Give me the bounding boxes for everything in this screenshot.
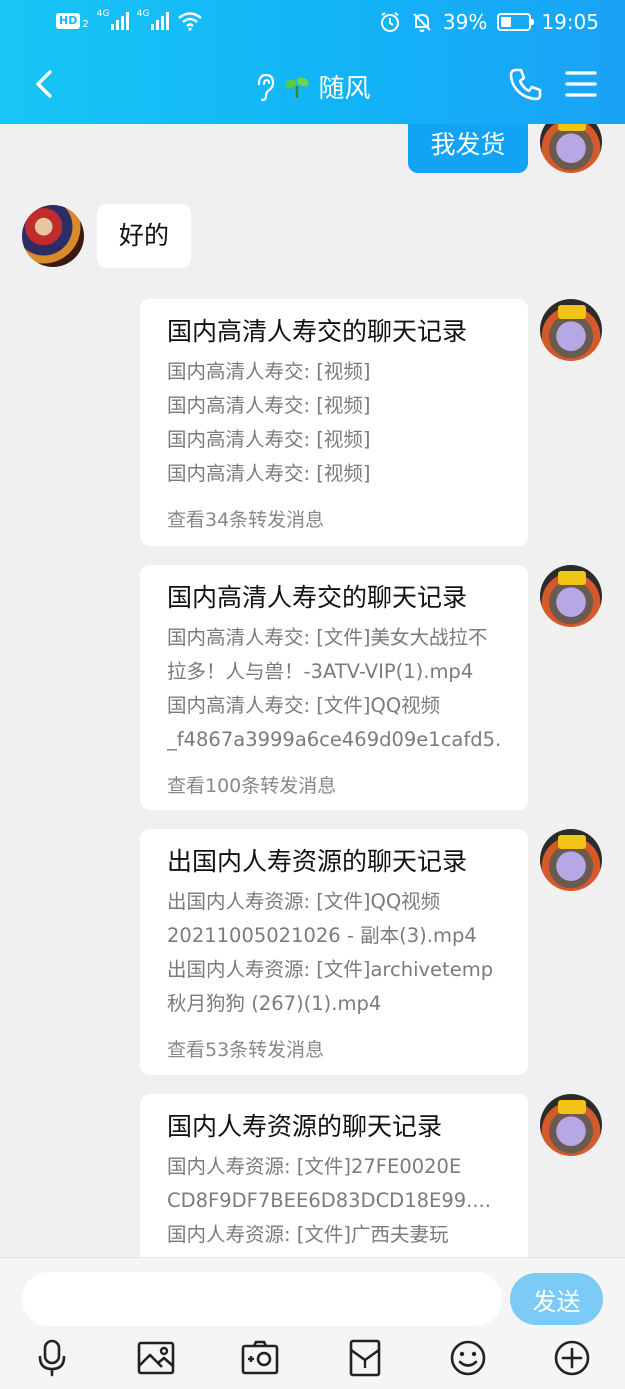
- forward-card[interactable]: 国内人寿资源的聊天记录 国内人寿资源: [文件]27FE0020E CD8F9D…: [140, 1094, 528, 1257]
- status-right: 39% 19:05: [379, 10, 599, 34]
- clock: 19:05: [541, 10, 599, 34]
- message-bubble-received[interactable]: 好的: [97, 204, 192, 268]
- camera-icon[interactable]: [240, 1338, 280, 1378]
- emoji-icon[interactable]: [448, 1338, 488, 1378]
- header: HD 2 4G 4G 39% 19:05 随风: [0, 0, 625, 124]
- signal-icon-2: 4G: [136, 9, 169, 30]
- card-line: 出国内人寿资源: [文件]QQ视频: [167, 890, 441, 913]
- phone-icon[interactable]: [508, 66, 544, 102]
- card-line: _f4867a3999a6ce469d09e1cafd5...: [167, 728, 502, 751]
- hd-icon: HD: [56, 13, 81, 29]
- send-button[interactable]: 发送: [510, 1273, 603, 1325]
- card-line: 国内高清人寿交: [文件]QQ视频: [167, 694, 441, 717]
- card-line: 拉多！人与兽！-3ATV-VIP(1).mp4: [167, 660, 474, 683]
- message-list[interactable]: 我发货 好的 国内高清人寿交的聊天记录 国内高清人寿交: [视频] 国内高清人寿…: [0, 124, 625, 1257]
- card-title: 出国内人寿资源的聊天记录: [167, 847, 468, 876]
- mute-bell-icon: [413, 13, 431, 32]
- avatar[interactable]: [540, 1094, 602, 1156]
- card-line: 国内高清人寿交: [文件]美女大战拉不: [167, 626, 488, 649]
- forward-card[interactable]: 国内高清人寿交的聊天记录 国内高清人寿交: [视频] 国内高清人寿交: [视频]…: [140, 299, 528, 546]
- card-line: 20211005021026 - 副本(3).mp4: [167, 924, 477, 947]
- message-text: 我发货: [430, 130, 506, 159]
- menu-icon[interactable]: [564, 68, 598, 100]
- wifi-icon: [177, 12, 202, 31]
- card-footer: 查看34条转发消息: [167, 509, 325, 531]
- card-line: 国内人寿资源: [文件]广西夫妻玩: [167, 1223, 449, 1246]
- message-bubble-sent[interactable]: 我发货: [408, 124, 528, 173]
- microphone-icon[interactable]: [32, 1338, 72, 1378]
- card-title: 国内人寿资源的聊天记录: [167, 1112, 443, 1141]
- avatar[interactable]: [540, 299, 602, 361]
- status-left: HD 2 4G 4G: [56, 9, 203, 31]
- alarm-icon: [380, 12, 399, 32]
- signal-icon: 4G: [96, 9, 129, 30]
- page-title: 随风: [318, 74, 371, 104]
- message-text: 好的: [119, 221, 170, 250]
- avatar[interactable]: [540, 829, 602, 891]
- red-packet-icon[interactable]: [345, 1338, 385, 1378]
- forward-card[interactable]: 出国内人寿资源的聊天记录 出国内人寿资源: [文件]QQ视频 202110050…: [140, 829, 528, 1075]
- signal-label-2: 4G: [136, 9, 150, 19]
- battery-icon: [497, 13, 535, 31]
- ear-icon: [258, 73, 275, 101]
- card-line: 国内人寿资源: [文件]27FE0020E: [167, 1155, 462, 1178]
- card-line: 出国内人寿资源: [文件]archivetemp: [167, 958, 494, 981]
- status-bar: HD 2 4G 4G 39% 19:05: [0, 0, 625, 46]
- plus-icon[interactable]: [552, 1338, 592, 1378]
- avatar[interactable]: [540, 565, 602, 627]
- card-footer: 查看100条转发消息: [167, 775, 337, 797]
- card-line: 国内高清人寿交: [视频]: [167, 360, 371, 383]
- avatar[interactable]: [22, 205, 84, 267]
- image-icon[interactable]: [136, 1338, 176, 1378]
- hd-sub-label: 2: [82, 18, 89, 30]
- card-title: 国内高清人寿交的聊天记录: [167, 317, 468, 346]
- card-line: 国内高清人寿交: [视频]: [167, 428, 371, 451]
- forward-card[interactable]: 国内高清人寿交的聊天记录 国内高清人寿交: [文件]美女大战拉不 拉多！人与兽！…: [140, 565, 528, 810]
- composer: 发送: [0, 1257, 625, 1389]
- message-input[interactable]: [22, 1272, 502, 1326]
- sprout-icon: [285, 77, 310, 98]
- title-bar: 随风: [0, 50, 625, 120]
- card-line: 秋月狗狗 (267)(1).mp4: [167, 992, 382, 1015]
- card-title: 国内高清人寿交的聊天记录: [167, 583, 468, 612]
- card-footer: 查看53条转发消息: [167, 1039, 325, 1061]
- avatar[interactable]: [540, 124, 602, 173]
- chat-screen: HD 2 4G 4G 39% 19:05 随风 我发货 好的 国内高清人寿交的聊…: [0, 0, 625, 1389]
- battery-percent: 39%: [442, 10, 488, 34]
- card-line: CD8F9DF7BEE6D83DCD18E99....: [167, 1189, 491, 1212]
- signal-label: 4G: [96, 9, 110, 19]
- card-line: 国内高清人寿交: [视频]: [167, 462, 371, 485]
- card-line: 国内高清人寿交: [视频]: [167, 394, 371, 417]
